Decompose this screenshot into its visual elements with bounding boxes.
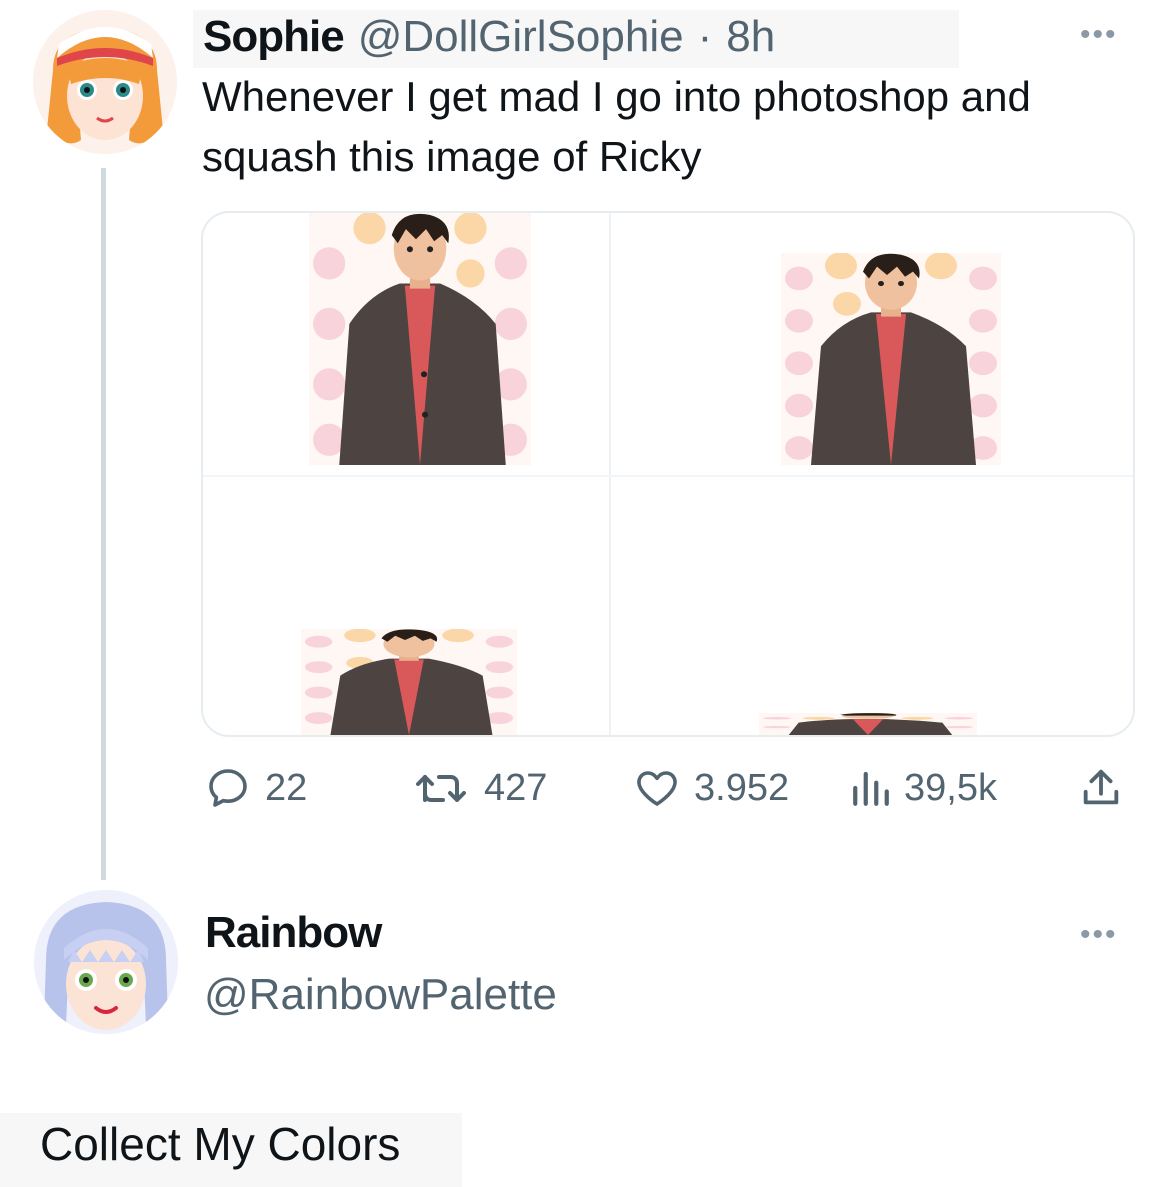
views-count: 39,5k: [904, 766, 997, 809]
author-handle[interactable]: @DollGirlSophie: [358, 12, 684, 62]
media-divider-vertical: [609, 213, 611, 735]
post-media-grid[interactable]: [201, 211, 1135, 737]
share-action[interactable]: [1078, 758, 1124, 818]
ricky-figure-3: [301, 629, 517, 735]
views-action[interactable]: 39,5k: [850, 758, 997, 818]
reply-author-handle[interactable]: @RainbowPalette: [204, 970, 557, 1020]
separator-dot: ·: [697, 12, 713, 61]
share-icon: [1083, 769, 1119, 805]
more-dots-icon[interactable]: •••: [1080, 18, 1118, 52]
post-author-line: Sophie @DollGirlSophie · 8h: [203, 12, 775, 62]
media-image-2[interactable]: [781, 253, 1001, 465]
ricky-figure-2: [781, 253, 1001, 465]
reply-action[interactable]: 22: [203, 758, 307, 818]
repost-icon: [416, 775, 466, 802]
ricky-figure-1: [309, 213, 531, 465]
ricky-figure-4: [759, 713, 977, 735]
media-image-1[interactable]: [309, 213, 531, 465]
repost-action[interactable]: 427: [410, 758, 547, 818]
media-image-3[interactable]: [301, 629, 517, 735]
author-name[interactable]: Sophie: [203, 12, 345, 62]
reply-icon: [209, 769, 247, 807]
reply-count: 22: [265, 766, 308, 809]
more-dots-icon[interactable]: •••: [1080, 918, 1118, 952]
post-time[interactable]: 8h: [726, 12, 775, 62]
post-text-line-2: squash this image of Ricky: [202, 133, 702, 180]
rainbow-avatar-art: [34, 890, 178, 1034]
views-icon: [853, 771, 889, 806]
repost-count: 427: [484, 766, 548, 809]
media-divider-horizontal: [203, 475, 1133, 477]
reply-author-name[interactable]: Rainbow: [205, 908, 382, 958]
like-count: 3.952: [694, 766, 790, 809]
avatar-rainbow[interactable]: [34, 890, 178, 1034]
media-image-4[interactable]: [759, 713, 977, 735]
like-icon: [637, 771, 677, 806]
caption-text: Collect My Colors: [40, 1118, 401, 1170]
sophie-avatar-art: [33, 10, 177, 154]
like-action[interactable]: 3.952: [632, 758, 789, 818]
post-text-line-1: Whenever I get mad I go into photoshop a…: [202, 73, 1031, 120]
thread-line: [101, 168, 106, 880]
avatar-sophie[interactable]: [33, 10, 177, 154]
